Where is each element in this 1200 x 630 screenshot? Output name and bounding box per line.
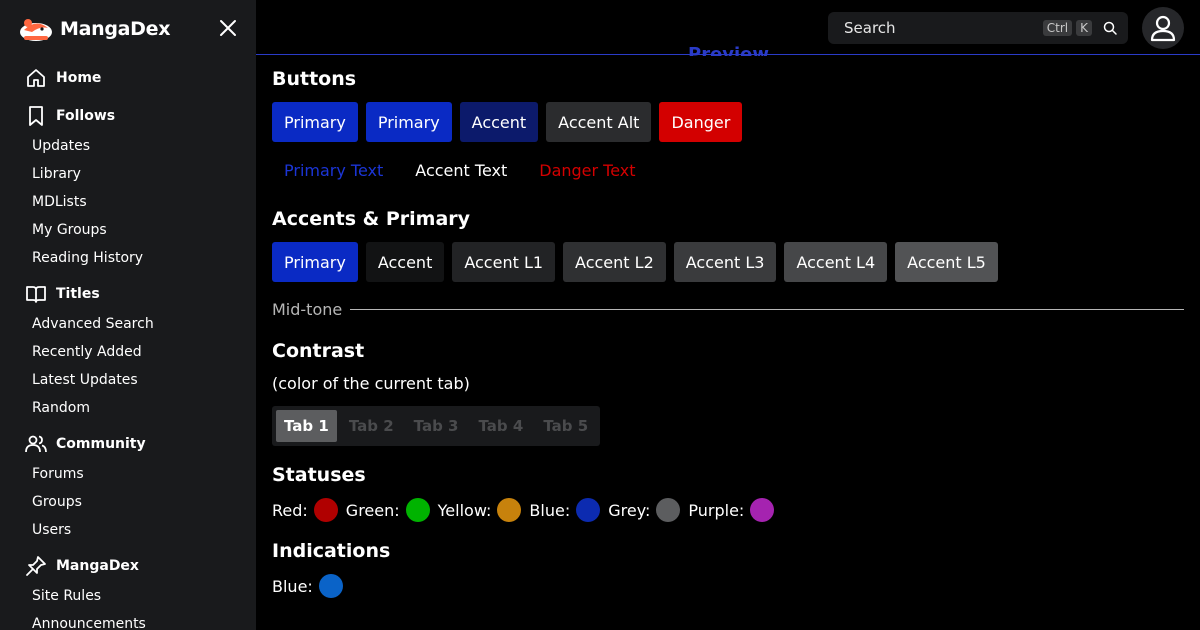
shortcut-ctrl-key: Ctrl bbox=[1042, 20, 1073, 36]
mangadex-logo-icon bbox=[20, 19, 52, 41]
status-label: Red: bbox=[272, 500, 308, 520]
status-label: Green: bbox=[345, 500, 400, 520]
brand[interactable]: MangaDex bbox=[18, 14, 171, 44]
sidebar-item-groups[interactable]: Groups bbox=[0, 488, 256, 516]
accent-l2-swatch[interactable]: Accent L2 bbox=[563, 242, 666, 282]
sidebar-item-reading-history[interactable]: Reading History bbox=[0, 244, 256, 272]
tab-3[interactable]: Tab 3 bbox=[406, 410, 467, 442]
bookmark-icon bbox=[29, 106, 43, 126]
sidebar-section-label: Titles bbox=[56, 286, 100, 302]
sidebar-item-announcements[interactable]: Announcements bbox=[0, 610, 256, 630]
sidebar-section-community[interactable]: Community bbox=[0, 428, 256, 460]
preview-heading: Preview bbox=[688, 44, 770, 56]
sidebar-section-label: Home bbox=[56, 70, 102, 86]
text-buttons-row: Primary Text Accent Text Danger Text bbox=[272, 150, 648, 190]
primary-swatch[interactable]: Primary bbox=[272, 242, 358, 282]
primary-button[interactable]: Primary bbox=[365, 102, 452, 142]
sidebar-section-follows[interactable]: Follows bbox=[0, 100, 256, 132]
sidebar-section-mangadex[interactable]: MangaDex bbox=[0, 550, 256, 582]
grey-status-dot bbox=[656, 498, 681, 522]
tab-1[interactable]: Tab 1 bbox=[276, 410, 337, 442]
accent-alt-button[interactable]: Accent Alt bbox=[546, 102, 652, 142]
accent-l3-swatch[interactable]: Accent L3 bbox=[673, 242, 777, 282]
user-icon bbox=[1150, 15, 1176, 42]
accents-heading: Accents & Primary bbox=[272, 208, 471, 230]
statuses-row: Red: Green: Yellow: Blue: Grey: Purple: bbox=[272, 498, 782, 522]
tab-5[interactable]: Tab 5 bbox=[535, 410, 596, 442]
divider-line bbox=[350, 309, 1184, 310]
sidebar-section-label: Follows bbox=[56, 108, 116, 124]
sidebar-item-my-groups[interactable]: My Groups bbox=[0, 216, 256, 244]
search-icon[interactable] bbox=[1102, 20, 1118, 36]
close-sidebar-icon[interactable] bbox=[216, 16, 240, 40]
accent-text-button[interactable]: Accent Text bbox=[403, 150, 519, 190]
status-label: Purple: bbox=[688, 500, 745, 520]
accent-swatches-row: Primary Accent Accent L1 Accent L2 Accent L3… bbox=[272, 242, 998, 282]
tab-2[interactable]: Tab 2 bbox=[341, 410, 402, 442]
sidebar-item-forums[interactable]: Forums bbox=[0, 460, 256, 488]
sidebar: MangaDex Home Follows Updates Library MDList… bbox=[0, 0, 256, 630]
sidebar-item-latest-updates[interactable]: Latest Updates bbox=[0, 366, 256, 394]
contrast-subtitle: (color of the current tab) bbox=[272, 374, 470, 393]
sidebar-section-label: Community bbox=[56, 436, 146, 452]
accent-l5-swatch[interactable]: Accent L5 bbox=[895, 242, 998, 282]
tab-4[interactable]: Tab 4 bbox=[470, 410, 531, 442]
status-label: Yellow: bbox=[437, 500, 492, 520]
indications-heading: Indications bbox=[272, 540, 391, 562]
book-open-icon bbox=[26, 286, 46, 303]
buttons-row: Primary Primary Accent Accent Alt Danger bbox=[272, 102, 743, 142]
sidebar-item-recently-added[interactable]: Recently Added bbox=[0, 338, 256, 366]
danger-button[interactable]: Danger bbox=[659, 102, 743, 142]
sidebar-section-label: MangaDex bbox=[56, 558, 139, 574]
sidebar-item-updates[interactable]: Updates bbox=[0, 132, 256, 160]
search-bar[interactable]: Search Ctrl K bbox=[828, 12, 1128, 44]
red-status-dot bbox=[313, 498, 338, 522]
buttons-heading: Buttons bbox=[272, 68, 357, 90]
status-label: Grey: bbox=[608, 500, 651, 520]
status-label: Blue: bbox=[529, 500, 571, 520]
indications-row: Blue: bbox=[272, 574, 351, 598]
pin-icon bbox=[26, 556, 46, 576]
accent-l1-swatch[interactable]: Accent L1 bbox=[452, 242, 556, 282]
sidebar-item-library[interactable]: Library bbox=[0, 160, 256, 188]
primary-text-button[interactable]: Primary Text bbox=[272, 150, 395, 190]
app-name: MangaDex bbox=[60, 18, 171, 40]
blue-status-dot bbox=[318, 574, 343, 598]
danger-text-button[interactable]: Danger Text bbox=[527, 150, 647, 190]
midtone-divider: Mid-tone bbox=[272, 300, 1184, 319]
accent-button[interactable]: Accent bbox=[459, 102, 539, 142]
contrast-heading: Contrast bbox=[272, 340, 365, 362]
purple-status-dot bbox=[750, 498, 775, 522]
user-avatar-button[interactable] bbox=[1142, 7, 1184, 49]
sidebar-item-mdlists[interactable]: MDLists bbox=[0, 188, 256, 216]
status-label: Blue: bbox=[272, 576, 313, 596]
blue-status-dot bbox=[576, 498, 601, 522]
sidebar-nav: Home Follows Updates Library MDLists My Group… bbox=[0, 62, 256, 630]
sidebar-item-random[interactable]: Random bbox=[0, 394, 256, 422]
users-icon bbox=[25, 435, 47, 453]
search-input[interactable]: Search bbox=[844, 19, 1043, 37]
accent-l4-swatch[interactable]: Accent L4 bbox=[784, 242, 888, 282]
yellow-status-dot bbox=[497, 498, 522, 522]
contrast-tabs: Tab 1 Tab 2 Tab 3 Tab 4 Tab 5 bbox=[272, 406, 601, 446]
statuses-heading: Statuses bbox=[272, 464, 366, 486]
midtone-label: Mid-tone bbox=[272, 300, 343, 319]
shortcut-k-key: K bbox=[1076, 20, 1092, 36]
sidebar-item-advanced-search[interactable]: Advanced Search bbox=[0, 310, 256, 338]
sidebar-section-titles[interactable]: Titles bbox=[0, 278, 256, 310]
accent-swatch[interactable]: Accent bbox=[365, 242, 445, 282]
sidebar-item-users[interactable]: Users bbox=[0, 516, 256, 544]
sidebar-section-home[interactable]: Home bbox=[0, 62, 256, 94]
green-status-dot bbox=[405, 498, 430, 522]
home-icon bbox=[27, 69, 45, 87]
sidebar-item-site-rules[interactable]: Site Rules bbox=[0, 582, 256, 610]
primary-button[interactable]: Primary bbox=[272, 102, 358, 142]
